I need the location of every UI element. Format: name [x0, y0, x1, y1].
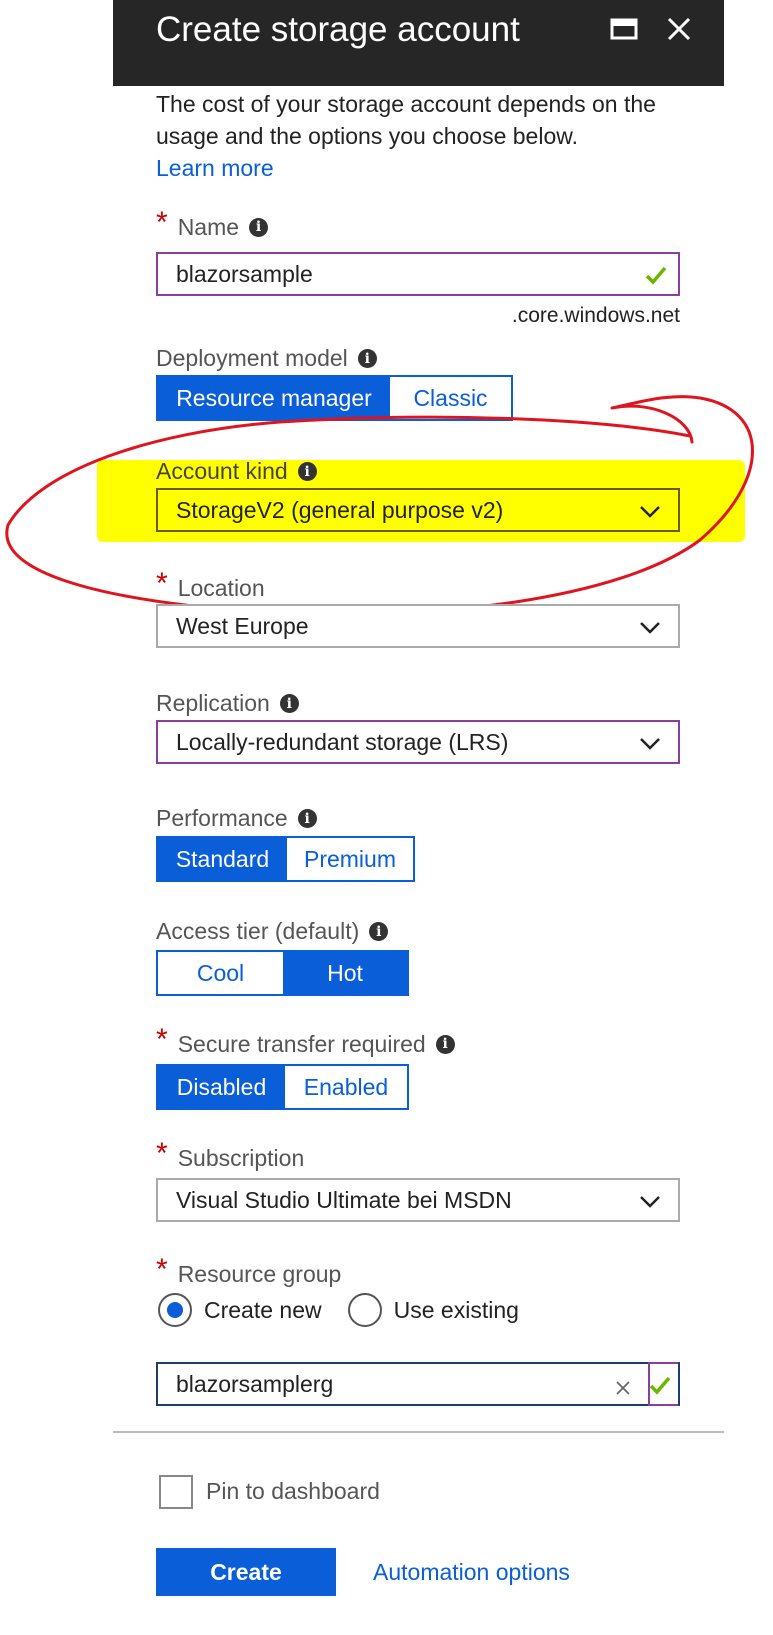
secure-transfer-option-disabled[interactable]: Disabled — [158, 1066, 285, 1108]
resource-group-input[interactable]: blazorsamplerg — [156, 1362, 680, 1406]
replication-label: Replication i — [156, 690, 299, 717]
secure-transfer-toggle: Disabled Enabled — [156, 1064, 409, 1110]
create-button[interactable]: Create — [156, 1548, 336, 1596]
info-icon[interactable]: i — [369, 922, 389, 941]
info-icon[interactable]: i — [279, 694, 299, 713]
access-tier-option-cool[interactable]: Cool — [158, 952, 283, 994]
chevron-down-icon — [640, 622, 660, 634]
info-icon[interactable]: i — [435, 1034, 455, 1054]
radio-selected-dot — [167, 1302, 183, 1318]
radio-use-existing[interactable] — [347, 1293, 382, 1327]
location-dropdown[interactable]: West Europe — [156, 604, 680, 648]
access-tier-label-text: Access tier (default) — [156, 918, 360, 944]
subscription-label: * Subscription — [156, 1139, 305, 1173]
red-annotation-ellipse — [5, 395, 754, 616]
resource-group-radio-group: Create new Use existing — [158, 1293, 519, 1327]
secure-transfer-label-text: Secure transfer required — [177, 1030, 426, 1057]
replication-dropdown[interactable]: Locally-redundant storage (LRS) — [156, 720, 680, 764]
required-asterisk: * — [156, 1137, 168, 1170]
resource-group-label: * Resource group — [156, 1255, 342, 1289]
location-label: * Location — [156, 569, 265, 603]
pin-to-dashboard-label[interactable]: Pin to dashboard — [206, 1478, 380, 1505]
chevron-down-icon — [640, 738, 660, 750]
replication-value: Locally-redundant storage (LRS) — [176, 728, 509, 755]
resource-group-value: blazorsamplerg — [176, 1370, 334, 1397]
replication-label-text: Replication — [156, 690, 270, 716]
info-icon[interactable]: i — [297, 809, 317, 828]
resource-group-label-text: Resource group — [177, 1260, 342, 1287]
subscription-label-text: Subscription — [177, 1144, 305, 1171]
access-tier-toggle: Cool Hot — [156, 950, 409, 996]
location-value: West Europe — [176, 612, 309, 639]
secure-transfer-label: * Secure transfer required i — [156, 1025, 455, 1059]
performance-toggle: Standard Premium — [156, 836, 415, 882]
location-label-text: Location — [177, 574, 265, 601]
required-asterisk: * — [156, 567, 168, 600]
subscription-value: Visual Studio Ultimate bei MSDN — [176, 1186, 512, 1213]
checkmark-icon — [648, 1374, 672, 1402]
required-asterisk: * — [156, 1023, 168, 1056]
secure-transfer-option-enabled[interactable]: Enabled — [285, 1066, 407, 1108]
automation-options-link[interactable]: Automation options — [373, 1559, 570, 1586]
subscription-dropdown[interactable]: Visual Studio Ultimate bei MSDN — [156, 1178, 680, 1222]
performance-label: Performance i — [156, 805, 317, 832]
required-asterisk: * — [156, 1253, 168, 1286]
performance-option-standard[interactable]: Standard — [158, 838, 287, 880]
chevron-down-icon — [640, 1196, 660, 1208]
clear-icon[interactable] — [614, 1376, 632, 1395]
access-tier-label: Access tier (default) i — [156, 918, 389, 945]
access-tier-option-hot[interactable]: Hot — [283, 952, 407, 994]
performance-option-premium[interactable]: Premium — [287, 838, 413, 880]
pin-to-dashboard-checkbox[interactable] — [159, 1475, 193, 1509]
radio-use-existing-label[interactable]: Use existing — [394, 1297, 519, 1324]
radio-create-new-label[interactable]: Create new — [204, 1297, 322, 1324]
footer-divider — [113, 1431, 724, 1433]
performance-label-text: Performance — [156, 805, 288, 831]
radio-create-new[interactable] — [158, 1293, 192, 1327]
